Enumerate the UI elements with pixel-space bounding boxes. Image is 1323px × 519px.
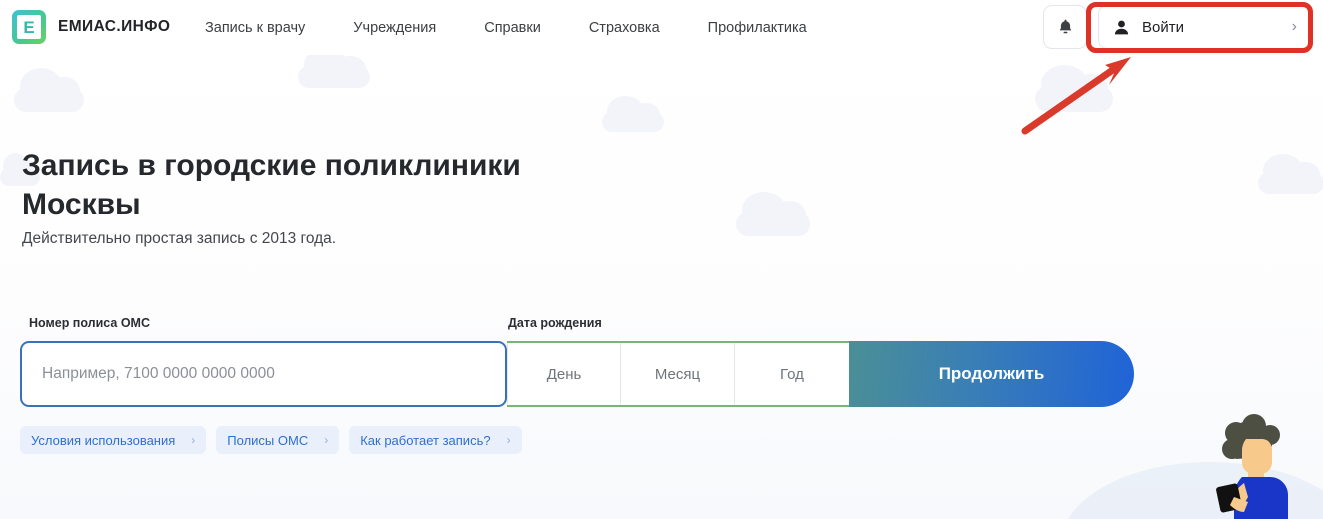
- chip-oms-policies[interactable]: Полисы ОМС ›: [216, 426, 340, 454]
- birth-date-label: Дата рождения: [508, 316, 602, 330]
- cloud-decoration: [602, 95, 664, 132]
- oms-field-label: Номер полиса ОМС: [29, 316, 150, 330]
- notifications-button[interactable]: [1043, 5, 1087, 49]
- cloud-decoration: [298, 47, 370, 88]
- person-icon: [1114, 20, 1129, 34]
- main-nav: Запись к врачу Учреждения Справки Страхо…: [205, 0, 807, 55]
- quick-links: Условия использования › Полисы ОМС › Как…: [20, 426, 522, 454]
- chevron-right-icon: ›: [324, 433, 329, 447]
- cloud-decoration: [1035, 64, 1113, 112]
- page-subtitle: Действительно простая запись с 2013 года…: [22, 230, 337, 247]
- bell-icon: [1059, 19, 1071, 34]
- birth-date-group: День Месяц Год: [507, 341, 849, 407]
- chip-label: Условия использования: [31, 432, 176, 448]
- oms-input-placeholder: Например, 7100 0000 0000 0000: [42, 365, 275, 382]
- brand-name: ЕМИАС.ИНФО: [58, 18, 171, 35]
- page-title: Запись в городские поликлиники Москвы: [22, 149, 521, 221]
- site-header: Е ЕМИАС.ИНФО Запись к врачу Учреждения С…: [0, 0, 1323, 55]
- header-actions: Войти ›: [1043, 5, 1312, 49]
- continue-button[interactable]: Продолжить: [849, 341, 1134, 407]
- chevron-right-icon: ›: [506, 433, 511, 447]
- chip-label: Как работает запись?: [360, 432, 491, 448]
- nav-item-appointment[interactable]: Запись к врачу: [205, 20, 305, 36]
- chip-terms-of-use[interactable]: Условия использования ›: [20, 426, 207, 454]
- chevron-right-icon: ›: [191, 433, 196, 447]
- logo-letter: Е: [17, 15, 41, 39]
- logo-mark-icon: Е: [12, 10, 46, 44]
- chip-label: Полисы ОМС: [227, 432, 309, 448]
- birth-day-select[interactable]: День: [507, 343, 621, 405]
- birth-month-select[interactable]: Месяц: [621, 343, 735, 405]
- cloud-decoration: [1258, 153, 1323, 194]
- oms-policy-input[interactable]: Например, 7100 0000 0000 0000: [20, 341, 507, 407]
- nav-item-prevention[interactable]: Профилактика: [708, 20, 807, 36]
- search-form: Например, 7100 0000 0000 0000 День Месяц…: [20, 341, 1134, 407]
- cloud-decoration: [14, 68, 84, 112]
- login-button-label: Войти: [1142, 18, 1184, 36]
- nav-item-insurance[interactable]: Страховка: [589, 20, 660, 36]
- nav-item-institutions[interactable]: Учреждения: [353, 20, 436, 36]
- chip-how-it-works[interactable]: Как работает запись? ›: [349, 426, 522, 454]
- logo[interactable]: Е ЕМИАС.ИНФО: [12, 10, 170, 44]
- nav-item-certificates[interactable]: Справки: [484, 20, 541, 36]
- chevron-right-icon: ›: [1291, 18, 1297, 35]
- birth-year-select[interactable]: Год: [735, 343, 849, 405]
- login-button[interactable]: Войти ›: [1098, 5, 1312, 49]
- cloud-decoration: [736, 192, 810, 236]
- person-illustration: [1216, 414, 1288, 519]
- page-root: Е ЕМИАС.ИНФО Запись к врачу Учреждения С…: [0, 0, 1323, 519]
